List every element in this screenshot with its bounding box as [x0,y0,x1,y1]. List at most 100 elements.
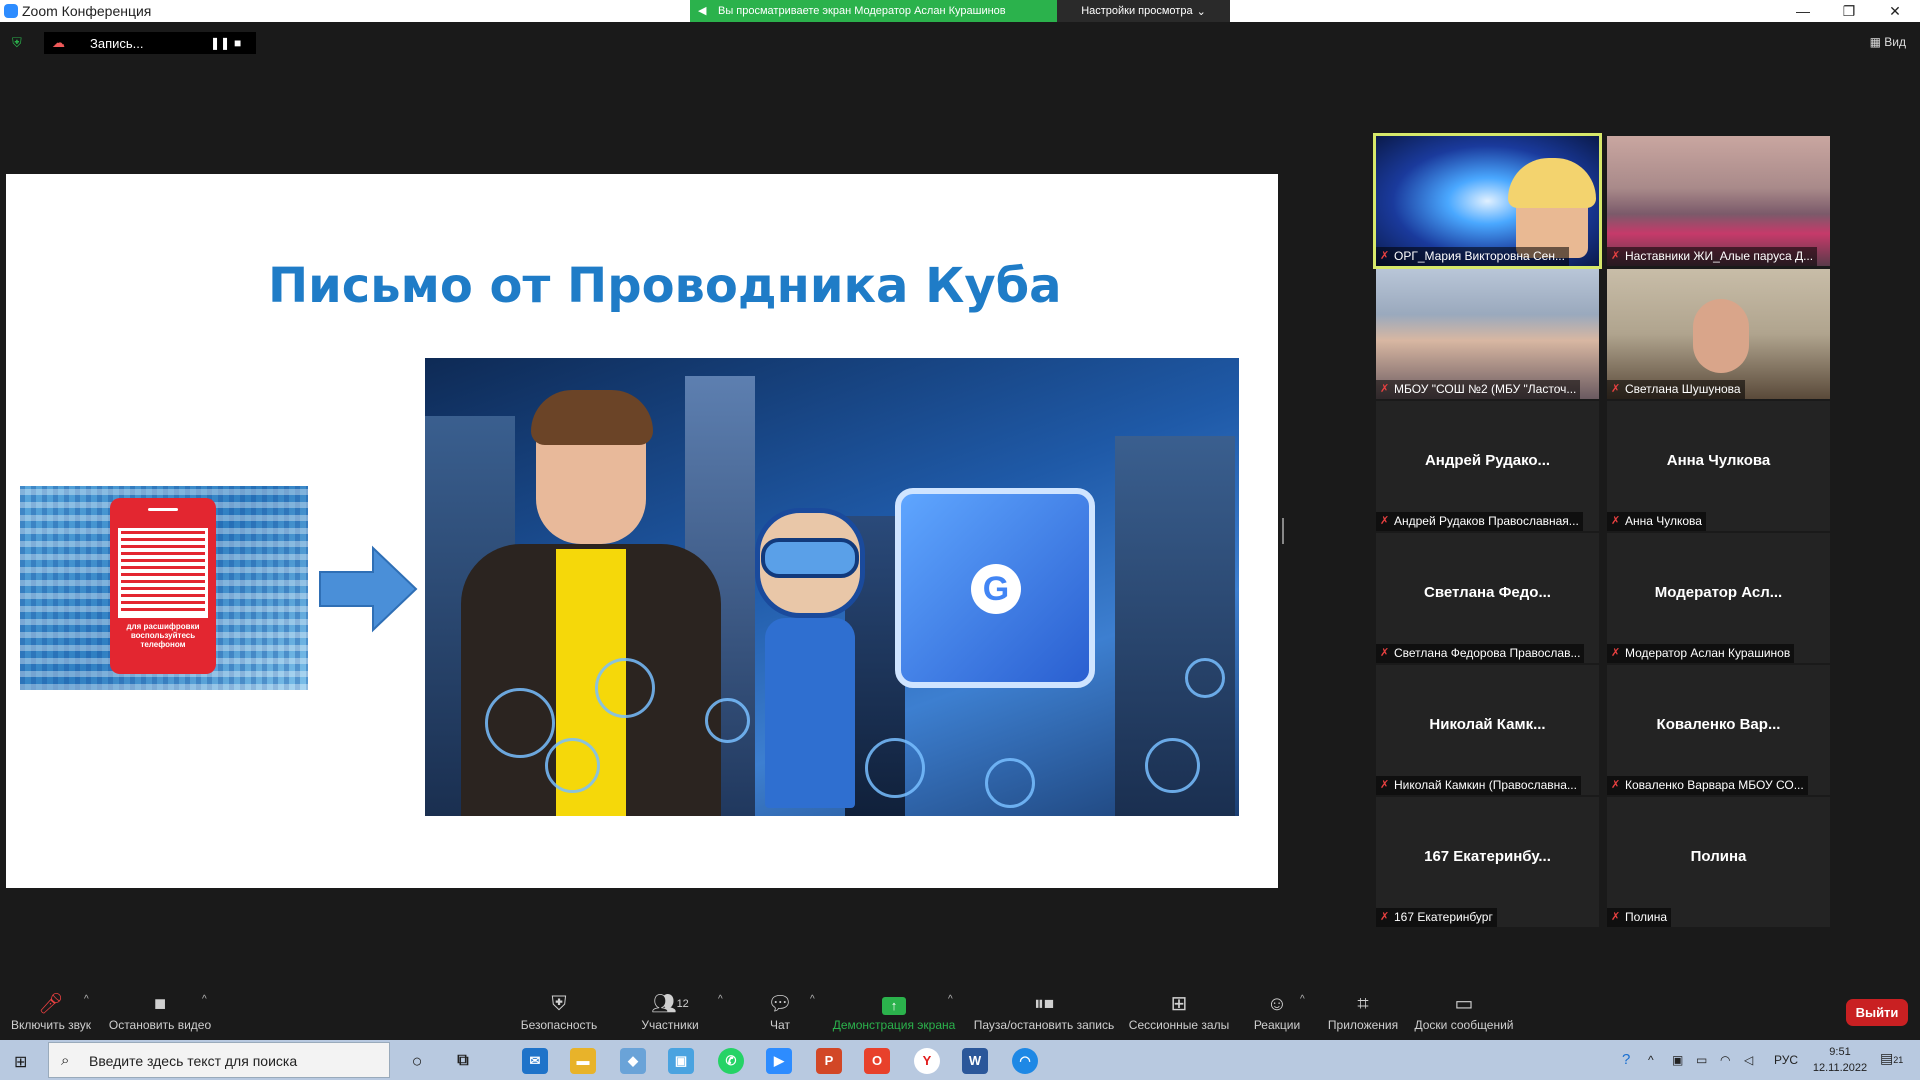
zoom-taskbar-icon[interactable]: ▶ [766,1048,792,1074]
participant-tile[interactable]: Полина ✗ Полина [1607,797,1830,927]
participant-tile[interactable]: Модератор Асл... ✗ Модератор Аслан Кураши… [1607,533,1830,663]
whiteboard-icon: ▭ [1454,993,1474,1015]
participant-face [1693,299,1749,373]
pause-stop-recording-button[interactable]: ⏸⏹ Пауза/остановить запись [972,992,1116,1036]
participant-name-label: ✗ Светлана Федорова Православ... [1376,644,1585,663]
pause-recording-icon[interactable]: ❚❚ [210,36,230,50]
whiteboards-button[interactable]: ▭ Доски сообщений [1412,992,1516,1036]
breakout-rooms-button[interactable]: ⊞ Сессионные залы [1128,992,1230,1036]
participant-tile[interactable]: Николай Камк... ✗ Николай Камкин (Правосл… [1376,665,1599,795]
participant-tile[interactable]: ✗ Светлана Шушунова [1607,269,1830,399]
participant-tile[interactable]: Коваленко Вар... ✗ Коваленко Варвара МБОУ… [1607,665,1830,795]
reactions-options-caret[interactable]: ^ [1300,994,1305,1005]
zoom-window: Zoom Конференция ◀ Вы просматриваете экр… [0,0,1920,1080]
file-explorer-icon[interactable]: ▬ [570,1048,596,1074]
encryption-shield-icon[interactable]: ⛨ [12,35,26,51]
app-tray-icon[interactable]: ▣ [1672,1053,1683,1067]
shield-icon: ⛨ [551,993,567,1015]
view-button[interactable]: ▦ Вид [1870,35,1906,49]
leave-button[interactable]: Выйти [1846,999,1908,1026]
panel-resize-handle[interactable] [1282,518,1284,544]
apps-button[interactable]: ⌗ Приложения [1322,992,1404,1036]
app-icon[interactable]: ▣ [668,1048,694,1074]
participant-tile[interactable]: ✗ МБОУ "СОШ №2 (МБУ "Ласточ... [1376,269,1599,399]
window-title: Zoom Конференция [22,3,152,19]
word-icon[interactable]: W [962,1048,988,1074]
chevron-down-icon: ⌄ [1196,5,1206,18]
participant-tile[interactable]: Светлана Федо... ✗ Светлана Федорова Прав… [1376,533,1599,663]
participant-name-label: ✗ ОРГ_Мария Викторовна Сен... [1376,247,1569,266]
share-banner-text: Вы просматриваете экран Модератор Аслан … [718,5,1006,17]
audio-options-caret[interactable]: ^ [84,994,89,1005]
participant-display-name: Николай Камк... [1429,716,1546,733]
participant-tile[interactable]: ✗ Наставники ЖИ_Алые паруса Д... [1607,136,1830,266]
shared-screen-slide: Письмо от Проводника Куба для расшифровк… [6,174,1278,888]
share-options-caret[interactable]: ^ [948,994,953,1005]
task-view-icon[interactable]: ⧉ [450,1048,476,1074]
windows-start-icon[interactable]: ⊞ [14,1052,31,1071]
whatsapp-icon[interactable]: ✆ [718,1048,744,1074]
participant-display-name: Полина [1690,848,1747,865]
participant-name-label: ✗ Андрей Рудаков Православная... [1376,512,1583,531]
recording-indicator: ☁ Запись... ❚❚ ■ [44,32,256,54]
participant-tile[interactable]: ✗ ОРГ_Мария Викторовна Сен... [1373,133,1602,269]
participant-name-label: ✗ Коваленко Варвара МБОУ СО... [1607,776,1808,795]
phone-illustration: для расшифровки воспользуйтесь телефоном [110,498,216,674]
share-screen-button[interactable]: ↑ Демонстрация экрана [830,992,958,1036]
stop-recording-icon[interactable]: ■ [234,36,241,50]
chevron-up-icon[interactable]: ^ [1648,1053,1654,1067]
participant-name-label: ✗ Николай Камкин (Православна... [1376,776,1581,795]
mic-off-icon: ✗ [1611,911,1621,923]
office-icon[interactable]: O [864,1048,890,1074]
mic-off-icon: ✗ [1611,647,1621,659]
participant-name-label: ✗ МБОУ "СОШ №2 (МБУ "Ласточ... [1376,380,1581,399]
app-icon[interactable]: ◠ [1012,1048,1038,1074]
app-icon[interactable]: ◆ [620,1048,646,1074]
maximize-button[interactable]: ❐ [1826,0,1872,22]
participant-tile[interactable]: Андрей Рудако... ✗ Андрей Рудаков Правосл… [1376,401,1599,531]
mail-icon[interactable]: ✉ [522,1048,548,1074]
yandex-browser-icon[interactable]: Y [914,1048,940,1074]
notifications-icon[interactable]: ▤21 [1880,1050,1904,1072]
participant-name-label: ✗ Анна Чулкова [1607,512,1706,531]
battery-icon[interactable]: ▭ [1696,1053,1707,1067]
view-button-label: Вид [1884,35,1906,49]
participant-display-name: Светлана Федо... [1424,584,1551,601]
chat-button[interactable]: 💬︎ Чат [762,992,798,1036]
cartoon-guide-character [755,508,865,808]
minimize-button[interactable]: — [1780,0,1826,22]
participant-display-name: Коваленко Вар... [1656,716,1781,733]
video-options-caret[interactable]: ^ [202,994,207,1005]
stop-video-button[interactable]: ■ Остановить видео [108,992,212,1036]
chat-options-caret[interactable]: ^ [810,994,815,1005]
cortana-icon[interactable]: ○ [404,1048,430,1074]
cloud-record-icon: ☁ [52,35,65,50]
participant-tile[interactable]: 167 Екатеринбу... ✗ 167 Екатеринбург [1376,797,1599,927]
security-button[interactable]: ⛨ Безопасность [518,992,600,1036]
participant-display-name: Андрей Рудако... [1424,452,1551,469]
taskbar-clock[interactable]: 9:51 12.11.2022 [1800,1044,1880,1076]
restore-icon: ❐ [1842,2,1856,19]
volume-icon[interactable]: ◁ [1744,1053,1753,1067]
view-settings-button[interactable]: Настройки просмотра ⌄ [1057,0,1230,22]
mic-off-icon: ✗ [1380,383,1390,395]
view-layout-icon: ▦ [1869,35,1881,49]
participant-tile[interactable]: Анна Чулкова ✗ Анна Чулкова [1607,401,1830,531]
minimize-icon: — [1796,3,1810,19]
chat-bubble-icon: 💬︎ [767,993,793,1015]
powerpoint-icon[interactable]: P [816,1048,842,1074]
taskbar-search-box[interactable]: ⌕ Введите здесь текст для поиска [48,1042,390,1078]
recording-label: Запись... [90,35,144,51]
unmute-button[interactable]: 🎤︎ Включить звук [8,992,94,1036]
participants-options-caret[interactable]: ^ [718,994,723,1005]
participants-button[interactable]: 👥︎12 Участники [636,992,704,1036]
participant-display-name: Модератор Асл... [1654,584,1783,601]
mic-off-icon: ✗ [1611,250,1621,262]
mic-off-icon: ✗ [1380,515,1390,527]
wifi-icon[interactable]: ◠ [1720,1053,1730,1067]
language-indicator[interactable]: РУС [1774,1053,1798,1067]
reactions-button[interactable]: ☺ Реакции [1252,992,1302,1036]
qr-code [118,528,208,618]
help-icon[interactable]: ? [1622,1051,1630,1068]
close-button[interactable]: ✕ [1872,0,1918,22]
